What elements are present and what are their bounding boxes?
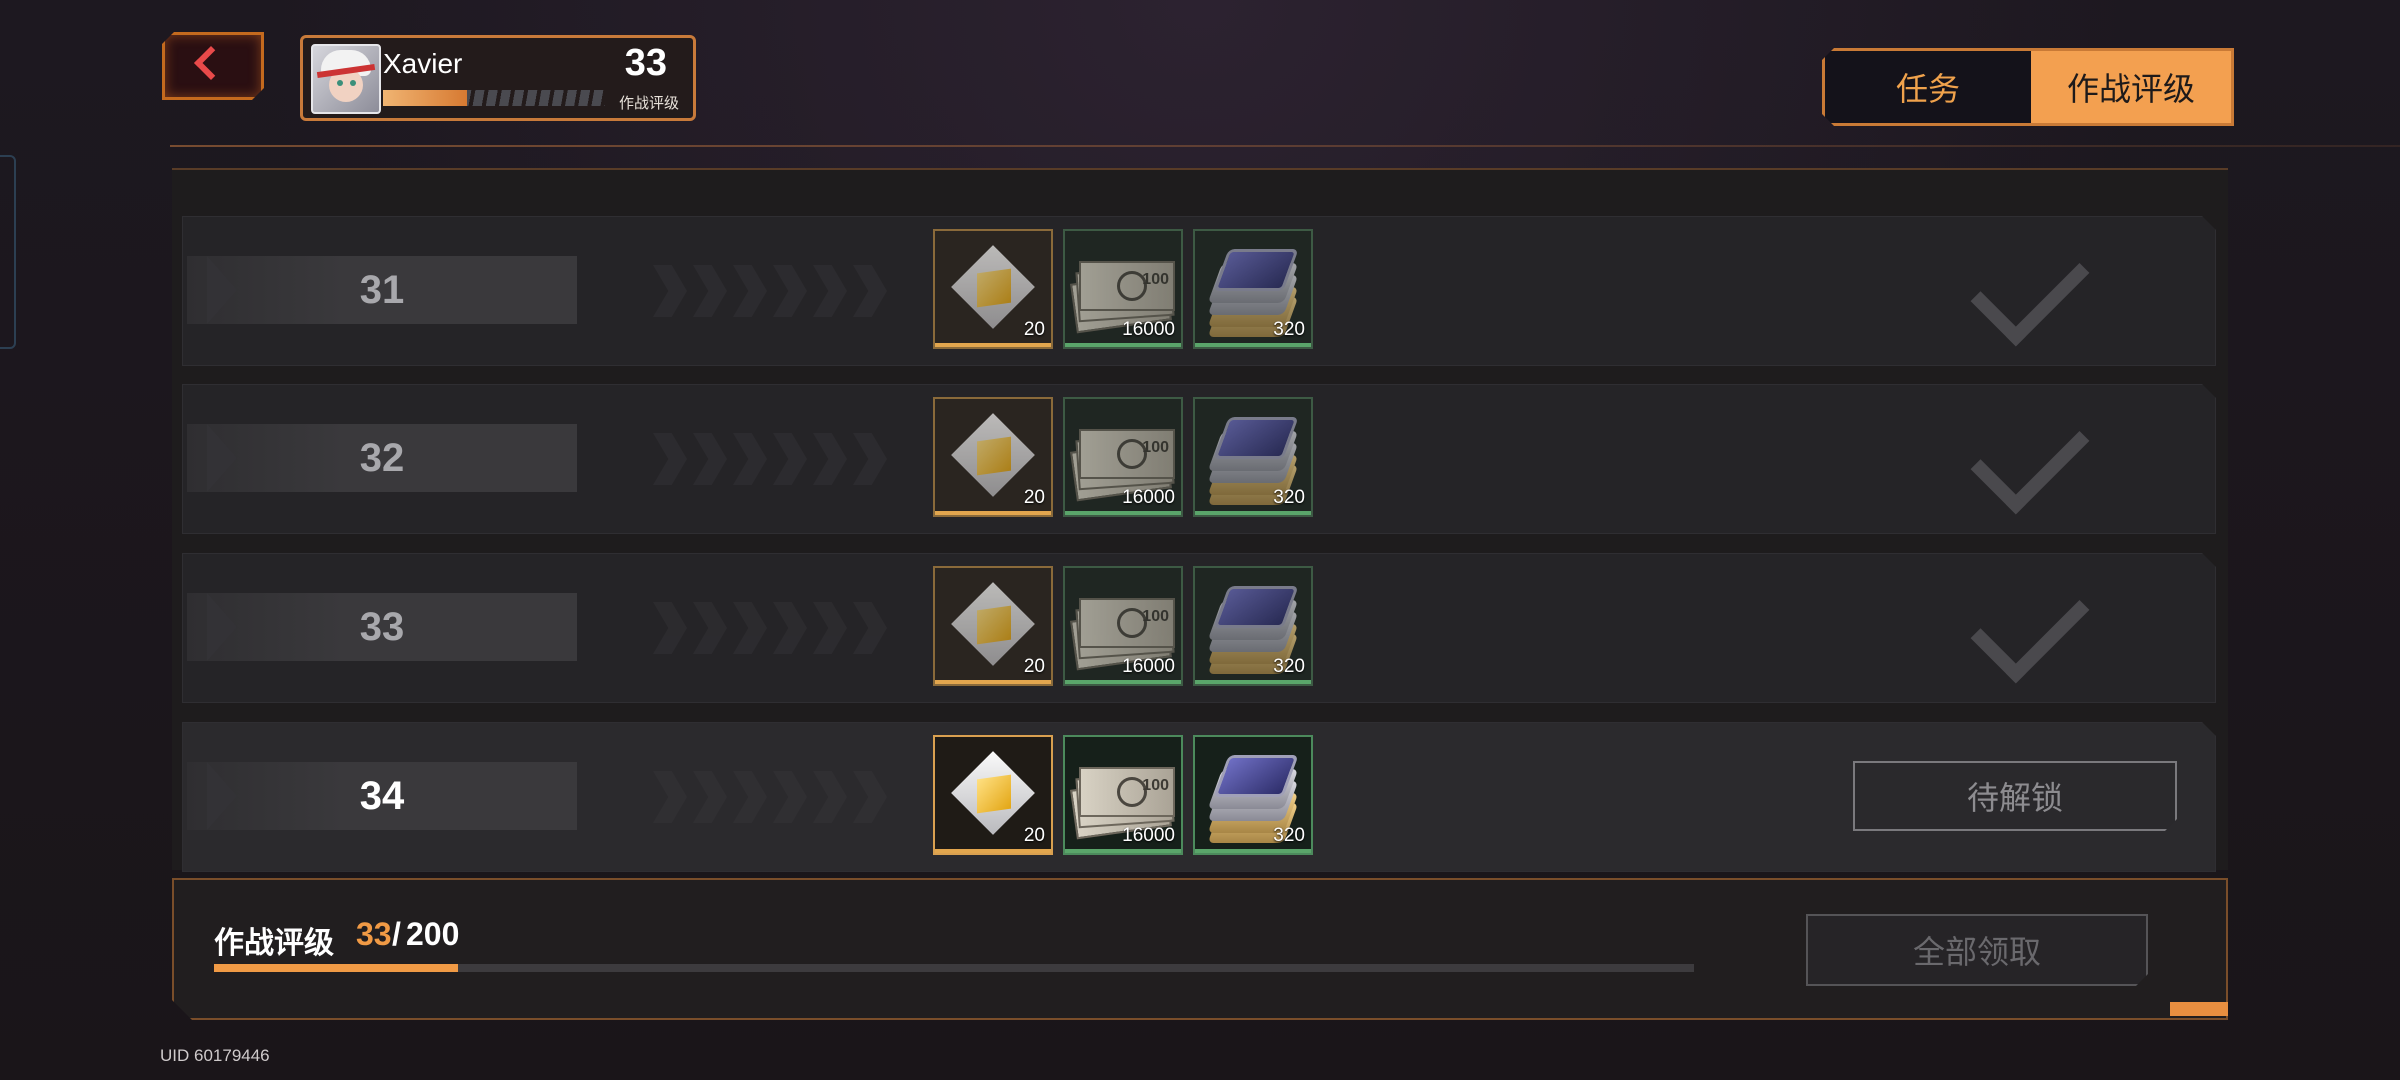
tab-battle-rank[interactable]: 作战评级 [2031, 51, 2231, 123]
rank-summary-bar: 作战评级 33 / 200 全部领取 [172, 878, 2228, 1020]
reward-row: 34 20 10010010016000 320 待解锁 [182, 722, 2216, 872]
chevron-left-icon [194, 46, 228, 80]
row-level-number: 33 [359, 604, 405, 649]
corner-accent [2170, 1002, 2228, 1016]
reward-rarity-bar [1195, 680, 1311, 684]
avatar[interactable] [311, 44, 381, 114]
reward-item[interactable]: 10010010016000 [1063, 229, 1183, 349]
player-level-progress-fill [383, 90, 468, 106]
tab-bar: 任务 作战评级 [1822, 48, 2234, 126]
decorative-chevrons [653, 433, 933, 485]
reward-quantity: 320 [1273, 319, 1305, 340]
rank-progress-bar [214, 964, 1694, 972]
reward-row: 33 20 10010010016000 320 [182, 553, 2216, 703]
reward-row: 32 20 10010010016000 320 [182, 384, 2216, 534]
back-button[interactable] [162, 32, 264, 100]
reward-rarity-bar [1065, 511, 1181, 515]
reward-rarity-bar [935, 680, 1051, 684]
rank-progress-fill [214, 964, 458, 972]
row-level-number: 34 [359, 773, 405, 818]
reward-rarity-bar [1195, 511, 1311, 515]
reward-quantity: 20 [1023, 487, 1045, 508]
reward-item[interactable]: 10010010016000 [1063, 735, 1183, 855]
claimed-check-icon [1971, 228, 2090, 347]
reward-quantity: 20 [1023, 656, 1045, 677]
reward-item[interactable]: 20 [933, 397, 1053, 517]
decorative-chevrons [653, 265, 933, 317]
reward-item[interactable]: 20 [933, 229, 1053, 349]
reward-quantity: 16000 [1122, 656, 1175, 677]
reward-quantity: 320 [1273, 656, 1305, 677]
reward-item[interactable]: 10010010016000 [1063, 397, 1183, 517]
rank-rewards-list[interactable]: 3120100100100160003203220100100100160003… [172, 168, 2228, 870]
user-id: UID 60179446 [160, 1046, 270, 1065]
reward-quantity: 320 [1273, 487, 1305, 508]
claimed-check-icon [1971, 396, 2090, 515]
reward-item[interactable]: 320 [1193, 229, 1313, 349]
reward-quantity: 16000 [1122, 487, 1175, 508]
reward-item[interactable]: 320 [1193, 566, 1313, 686]
rank-summary-label: 作战评级 [214, 926, 334, 961]
reward-quantity: 20 [1023, 825, 1045, 846]
reward-rarity-bar [1065, 343, 1181, 347]
row-level-number: 32 [359, 435, 405, 480]
reward-item[interactable]: 320 [1193, 397, 1313, 517]
pending-unlock-button[interactable]: 待解锁 [1853, 761, 2177, 831]
header-divider [170, 145, 2400, 147]
player-name: Xavier [383, 48, 463, 79]
player-level-progress-bar [383, 90, 605, 106]
player-level-label: 作战评级 [618, 94, 679, 112]
reward-quantity: 16000 [1122, 825, 1175, 846]
reward-item[interactable]: 10010010016000 [1063, 566, 1183, 686]
reward-quantity: 320 [1273, 825, 1305, 846]
reward-quantity: 16000 [1122, 319, 1175, 340]
side-drawer-handle[interactable] [0, 155, 16, 349]
reward-rarity-bar [1065, 680, 1181, 684]
player-level: 33 [624, 42, 667, 84]
reward-rarity-bar [935, 343, 1051, 347]
reward-quantity: 20 [1023, 319, 1045, 340]
reward-item[interactable]: 320 [1193, 735, 1313, 855]
rank-current-value: 33 [356, 916, 392, 952]
reward-rarity-bar [1195, 849, 1311, 853]
reward-rarity-bar [1195, 343, 1311, 347]
decorative-chevrons [653, 771, 933, 823]
player-profile-card[interactable]: Xavier 33 作战评级 [300, 35, 696, 121]
reward-row: 31 20 10010010016000 320 [182, 216, 2216, 366]
reward-rarity-bar [935, 511, 1051, 515]
battle-rank-screen: Xavier 33 作战评级 任务 作战评级 31 20 1001001001600… [0, 0, 2400, 1080]
decorative-chevrons [653, 602, 933, 654]
row-level-number: 31 [359, 267, 405, 312]
tab-task[interactable]: 任务 [1825, 51, 2031, 123]
reward-rarity-bar [1065, 849, 1181, 853]
rank-separator: / [392, 916, 401, 952]
reward-item[interactable]: 20 [933, 566, 1053, 686]
claimed-check-icon [1971, 565, 2090, 684]
claim-all-button[interactable]: 全部领取 [1806, 914, 2148, 986]
reward-rarity-bar [935, 849, 1051, 853]
rank-max-value: 200 [406, 916, 460, 952]
reward-item[interactable]: 20 [933, 735, 1053, 855]
